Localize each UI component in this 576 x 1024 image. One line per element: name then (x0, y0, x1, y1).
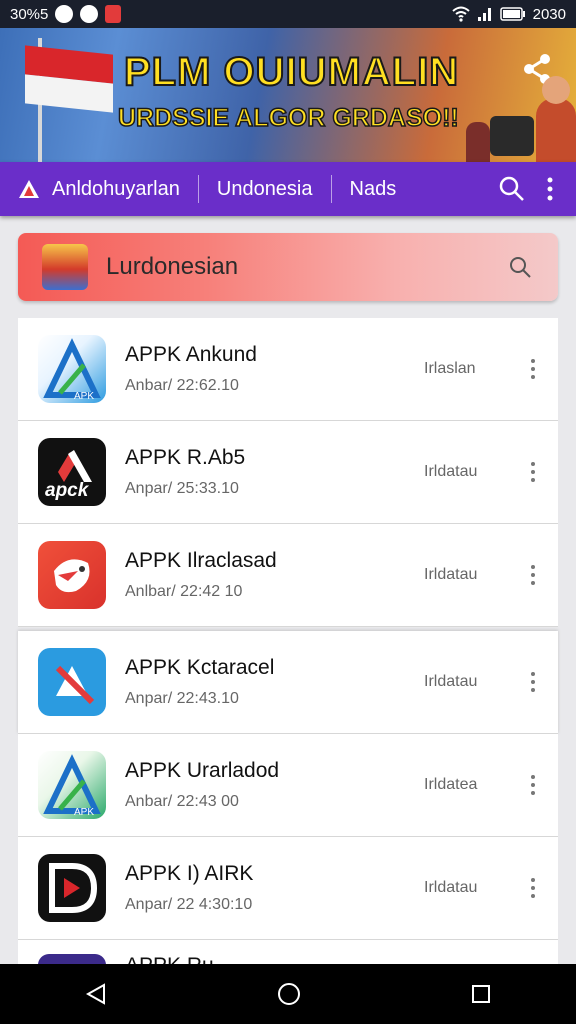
search-bar[interactable]: Lurdonesian (18, 233, 558, 301)
app-status: Irlaslan (424, 360, 476, 377)
triangle-logo-icon (19, 180, 39, 198)
status-bar: 30%5 2030 (0, 0, 576, 28)
list-item[interactable]: APPK I) AIRK Anpar/ 22 4:30:10 Irldatau (18, 837, 558, 940)
nav-item-indonesia[interactable]: Undonesia (199, 162, 331, 216)
recents-icon[interactable] (470, 983, 492, 1005)
apk-icon-text: APK (74, 807, 94, 818)
app-name: APPK Ankund (125, 343, 257, 366)
search-icon[interactable] (498, 175, 526, 203)
app-notification-icon (105, 5, 122, 23)
flag-icon (25, 45, 113, 113)
banner-person-illustration (536, 76, 576, 162)
app-list: APK APPK Ankund Anbar/ 22:62.10 Irlaslan… (18, 318, 558, 976)
app-status: Irldatau (424, 673, 478, 690)
list-item[interactable]: APPK Kctaracel Anpar/ 22:43.10 Irldatau (18, 631, 558, 734)
play-d-app-icon (38, 854, 106, 922)
apck-icon-text: apck (45, 480, 90, 501)
nav-item-label: Undonesia (216, 177, 313, 200)
nav-item-nads[interactable]: Nads (332, 162, 415, 216)
promo-banner[interactable]: PLM OUIUMALIN URDSSIE ALGOR GRDASO!! (0, 28, 576, 162)
blue-slash-app-icon (38, 648, 106, 716)
app-date: Anlbar/ 22:42 10 (125, 583, 243, 600)
list-item[interactable]: apck APPK R.Ab5 Anpar/ 25:33.10 Irldatau (18, 421, 558, 524)
nav-item-label: Anldohuyarlan (52, 177, 180, 200)
app-date: Anpar/ 22:43.10 (125, 690, 239, 707)
banner-title: PLM OUIUMALIN (123, 49, 460, 95)
banner-subtitle: URDSSIE ALGOR GRDASO!! (117, 103, 459, 133)
status-right-text: 2030 (532, 5, 566, 23)
more-options-icon[interactable] (546, 176, 554, 202)
more-options-icon[interactable] (520, 354, 546, 384)
app-status: Irldatau (424, 463, 478, 480)
top-nav-bar: Anldohuyarlan Undonesia Nads (0, 162, 576, 216)
triangle-arrow-app-icon: APK (38, 335, 106, 403)
app-date: Anpar/ 22 4:30:10 (125, 896, 253, 913)
app-name: APPK I) AIRK (125, 862, 254, 885)
more-options-icon[interactable] (520, 667, 546, 697)
more-options-icon[interactable] (520, 873, 546, 903)
app-date: Anpar/ 25:33.10 (125, 480, 239, 497)
battery-icon (499, 7, 525, 21)
nav-item-label: Nads (349, 177, 397, 200)
app-date: Anbar/ 22:43 00 (125, 793, 239, 810)
wifi-icon (451, 6, 470, 22)
notification-icon (55, 5, 74, 23)
list-item[interactable]: APK APPK Ankund Anbar/ 22:62.10 Irlaslan (18, 318, 558, 421)
red-bird-app-icon (38, 541, 106, 609)
nav-item-home[interactable]: Anldohuyarlan (0, 162, 198, 216)
clock-icon (80, 5, 99, 23)
signal-icon (477, 8, 491, 21)
app-status: Irldatau (424, 566, 478, 583)
more-options-icon[interactable] (520, 770, 546, 800)
app-name: APPK Ilraclasad (125, 549, 277, 572)
apck-black-app-icon: apck (38, 438, 106, 506)
list-item[interactable]: APK APPK Urarladod Anbar/ 22:43 00 Irlda… (18, 734, 558, 837)
search-icon[interactable] (508, 255, 532, 279)
app-date: Anbar/ 22:62.10 (125, 377, 239, 394)
triangle-arrow-app-icon: APK (38, 751, 106, 819)
app-name: APPK Kctaracel (125, 656, 275, 679)
home-icon[interactable] (276, 981, 302, 1007)
app-name: APPK R.Ab5 (125, 446, 246, 469)
app-name: APPK Urarladod (125, 759, 280, 782)
list-item[interactable]: APPK Ilraclasad Anlbar/ 22:42 10 Irldata… (18, 524, 558, 627)
app-status: Irldatea (424, 776, 478, 793)
category-thumbnail-icon (42, 244, 88, 290)
back-icon[interactable] (84, 982, 108, 1006)
banner-machine-illustration (490, 116, 534, 156)
status-left-text: 30%5 (10, 5, 49, 23)
banner-kid-illustration (466, 122, 490, 162)
more-options-icon[interactable] (520, 560, 546, 590)
more-options-icon[interactable] (520, 457, 546, 487)
apk-icon-text: APK (74, 391, 94, 402)
search-text: Lurdonesian (106, 253, 239, 280)
app-status: Irldatau (424, 879, 478, 896)
system-navigation-bar (0, 964, 576, 1024)
